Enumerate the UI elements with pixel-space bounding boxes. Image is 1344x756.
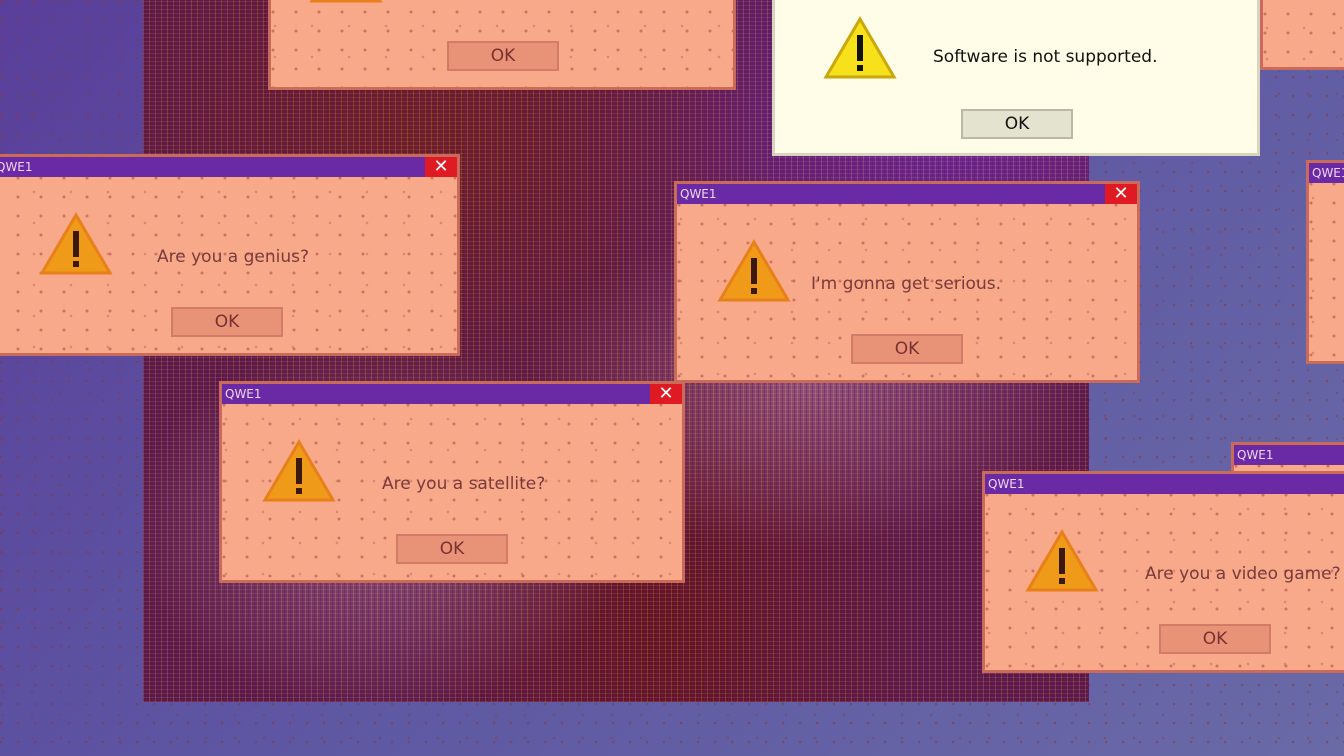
window-title: QWE1: [988, 477, 1025, 491]
title-bar[interactable]: QWE1: [222, 384, 682, 404]
ok-button[interactable]: OK: [447, 41, 559, 71]
warning-triangle-icon: [717, 239, 791, 302]
dialog-message: Are you a satellite?: [382, 474, 546, 494]
dialog-right-edge-middle: QWE1: [1306, 160, 1344, 364]
window-title: QWE1: [1312, 166, 1344, 180]
dialog-message: Are you a genius?: [157, 247, 309, 267]
ok-button[interactable]: OK: [171, 307, 283, 337]
ok-button[interactable]: OK: [851, 334, 963, 364]
ok-button[interactable]: OK: [961, 109, 1073, 139]
warning-triangle-icon: [262, 439, 336, 502]
dialog-message: Are you a video game?: [1145, 564, 1341, 584]
dialog-message: Software is not supported.: [933, 47, 1158, 67]
dialog-right-edge-top: [1260, 0, 1344, 70]
warning-triangle-icon: [823, 16, 897, 79]
ok-button[interactable]: OK: [396, 534, 508, 564]
title-bar[interactable]: QWE1: [1234, 445, 1344, 465]
close-button[interactable]: ✕: [650, 384, 682, 404]
close-button[interactable]: ✕: [425, 157, 457, 177]
dialog-genius: QWE1 ✕ Are you a genius? OK: [0, 154, 460, 356]
dialog-software-not-supported: Software is not supported. OK: [772, 0, 1260, 156]
window-title: QWE1: [1237, 448, 1274, 462]
dialog-message: I'm gonna get serious.: [811, 274, 1001, 294]
dialog-satellite: QWE1 ✕ Are you a satellite? OK: [219, 381, 685, 583]
title-bar[interactable]: QWE1: [0, 157, 457, 177]
window-title: QWE1: [680, 187, 717, 201]
window-title: QWE1: [0, 160, 33, 174]
dialog-serious: QWE1 ✕ I'm gonna get serious. OK: [674, 181, 1140, 383]
window-title: QWE1: [225, 387, 262, 401]
ok-button[interactable]: OK: [1159, 624, 1271, 654]
title-bar[interactable]: QWE1: [1309, 163, 1344, 183]
warning-triangle-icon: [39, 212, 113, 275]
warning-triangle-icon: [1025, 529, 1099, 592]
close-button[interactable]: ✕: [1105, 184, 1137, 204]
title-bar[interactable]: QWE1: [985, 474, 1344, 494]
dialog-top-partial: OK: [268, 0, 736, 90]
warning-triangle-icon: [309, 0, 383, 3]
dialog-video-game: QWE1 Are you a video game? OK: [982, 471, 1344, 673]
title-bar[interactable]: QWE1: [677, 184, 1137, 204]
